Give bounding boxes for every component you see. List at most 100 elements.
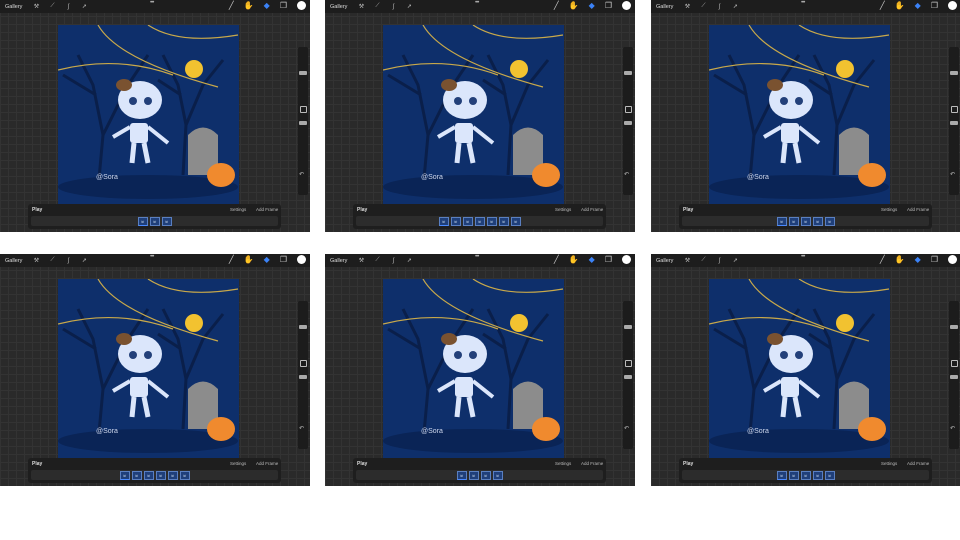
- brush-size-slider[interactable]: [950, 325, 958, 329]
- layers-icon[interactable]: ❐: [605, 1, 612, 10]
- add-frame-button[interactable]: Add Frame: [256, 207, 278, 212]
- undo-icon[interactable]: ↶: [299, 425, 304, 432]
- undo-icon[interactable]: ↶: [624, 425, 629, 432]
- selection-icon[interactable]: ʃ: [385, 4, 401, 10]
- gallery-button[interactable]: Gallery: [5, 4, 22, 10]
- eraser-icon[interactable]: ◆: [264, 255, 270, 264]
- settings-button[interactable]: Settings: [230, 207, 246, 212]
- color-picker[interactable]: [622, 1, 631, 10]
- add-frame-button[interactable]: Add Frame: [907, 461, 929, 466]
- opacity-slider[interactable]: [299, 375, 307, 379]
- layers-icon[interactable]: ❐: [931, 1, 938, 10]
- artwork-canvas[interactable]: @Sora: [383, 279, 564, 458]
- color-picker[interactable]: [948, 1, 957, 10]
- play-button[interactable]: Play: [683, 461, 693, 467]
- frame-thumbnail[interactable]: ☠: [149, 216, 160, 226]
- add-frame-button[interactable]: Add Frame: [907, 207, 929, 212]
- opacity-slider[interactable]: [624, 121, 632, 125]
- frame-thumbnail[interactable]: ☠: [119, 470, 130, 480]
- layers-icon[interactable]: ❐: [931, 255, 938, 264]
- layers-icon[interactable]: ❐: [280, 255, 287, 264]
- frame-thumbnail[interactable]: ☠: [492, 470, 503, 480]
- modify-button[interactable]: [625, 360, 632, 367]
- more-handle[interactable]: •••: [801, 0, 805, 6]
- brush-icon[interactable]: ╱: [229, 255, 234, 264]
- adjustments-wand-icon[interactable]: ⟋: [369, 257, 385, 264]
- frame-thumbnail[interactable]: ☠: [486, 216, 497, 226]
- modify-button[interactable]: [951, 360, 958, 367]
- gallery-button[interactable]: Gallery: [656, 4, 673, 10]
- smudge-icon[interactable]: ✋: [569, 255, 579, 264]
- undo-icon[interactable]: ↶: [950, 425, 955, 432]
- brush-size-slider[interactable]: [299, 325, 307, 329]
- frame-thumbnail[interactable]: ☠: [131, 470, 142, 480]
- artwork-canvas[interactable]: @Sora: [383, 25, 564, 204]
- settings-button[interactable]: Settings: [230, 461, 246, 466]
- artwork-canvas[interactable]: @Sora: [709, 279, 890, 458]
- wrench-icon[interactable]: ⚒: [679, 3, 695, 10]
- eraser-icon[interactable]: ◆: [589, 1, 595, 10]
- frame-thumbnail[interactable]: ☠: [143, 470, 154, 480]
- play-button[interactable]: Play: [683, 207, 693, 213]
- smudge-icon[interactable]: ✋: [569, 1, 579, 10]
- frame-thumbnail[interactable]: ☠: [824, 470, 835, 480]
- gallery-button[interactable]: Gallery: [5, 258, 22, 264]
- adjustments-wand-icon[interactable]: ⟋: [695, 257, 711, 264]
- transform-arrow-icon[interactable]: ➚: [401, 3, 417, 10]
- opacity-slider[interactable]: [624, 375, 632, 379]
- adjustments-wand-icon[interactable]: ⟋: [44, 257, 60, 264]
- modify-button[interactable]: [300, 106, 307, 113]
- selection-icon[interactable]: ʃ: [60, 258, 76, 264]
- frame-thumbnail[interactable]: ☠: [480, 470, 491, 480]
- artwork-canvas[interactable]: @Sora: [709, 25, 890, 204]
- wrench-icon[interactable]: ⚒: [353, 257, 369, 264]
- transform-arrow-icon[interactable]: ➚: [76, 3, 92, 10]
- frame-thumbnail[interactable]: ☠: [776, 470, 787, 480]
- eraser-icon[interactable]: ◆: [264, 1, 270, 10]
- modify-button[interactable]: [625, 106, 632, 113]
- undo-icon[interactable]: ↶: [950, 171, 955, 178]
- smudge-icon[interactable]: ✋: [895, 1, 905, 10]
- selection-icon[interactable]: ʃ: [711, 258, 727, 264]
- play-button[interactable]: Play: [357, 461, 367, 467]
- transform-arrow-icon[interactable]: ➚: [727, 3, 743, 10]
- frame-thumbnail[interactable]: ☠: [161, 216, 172, 226]
- wrench-icon[interactable]: ⚒: [28, 257, 44, 264]
- settings-button[interactable]: Settings: [881, 207, 897, 212]
- eraser-icon[interactable]: ◆: [915, 1, 921, 10]
- add-frame-button[interactable]: Add Frame: [256, 461, 278, 466]
- brush-icon[interactable]: ╱: [880, 1, 885, 10]
- gallery-button[interactable]: Gallery: [330, 258, 347, 264]
- color-picker[interactable]: [297, 255, 306, 264]
- frame-thumbnail[interactable]: ☠: [438, 216, 449, 226]
- wrench-icon[interactable]: ⚒: [28, 3, 44, 10]
- frame-thumbnail[interactable]: ☠: [800, 216, 811, 226]
- undo-icon[interactable]: ↶: [624, 171, 629, 178]
- more-handle[interactable]: •••: [150, 0, 154, 6]
- color-picker[interactable]: [622, 255, 631, 264]
- play-button[interactable]: Play: [32, 207, 42, 213]
- frame-thumbnail[interactable]: ☠: [155, 470, 166, 480]
- adjustments-wand-icon[interactable]: ⟋: [44, 3, 60, 10]
- brush-icon[interactable]: ╱: [554, 255, 559, 264]
- frame-thumbnail[interactable]: ☠: [179, 470, 190, 480]
- frame-thumbnail[interactable]: ☠: [776, 216, 787, 226]
- frame-thumbnail[interactable]: ☠: [450, 216, 461, 226]
- artwork-canvas[interactable]: @Sora: [58, 279, 239, 458]
- smudge-icon[interactable]: ✋: [895, 255, 905, 264]
- brush-size-slider[interactable]: [624, 325, 632, 329]
- layers-icon[interactable]: ❐: [605, 255, 612, 264]
- frame-thumbnail[interactable]: ☠: [137, 216, 148, 226]
- more-handle[interactable]: •••: [150, 254, 154, 260]
- frame-thumbnail[interactable]: ☠: [474, 216, 485, 226]
- frame-thumbnail[interactable]: ☠: [167, 470, 178, 480]
- frame-thumbnail[interactable]: ☠: [812, 216, 823, 226]
- opacity-slider[interactable]: [299, 121, 307, 125]
- modify-button[interactable]: [300, 360, 307, 367]
- color-picker[interactable]: [948, 255, 957, 264]
- brush-icon[interactable]: ╱: [229, 1, 234, 10]
- frame-thumbnail[interactable]: ☠: [788, 470, 799, 480]
- settings-button[interactable]: Settings: [555, 461, 571, 466]
- opacity-slider[interactable]: [950, 375, 958, 379]
- undo-icon[interactable]: ↶: [299, 171, 304, 178]
